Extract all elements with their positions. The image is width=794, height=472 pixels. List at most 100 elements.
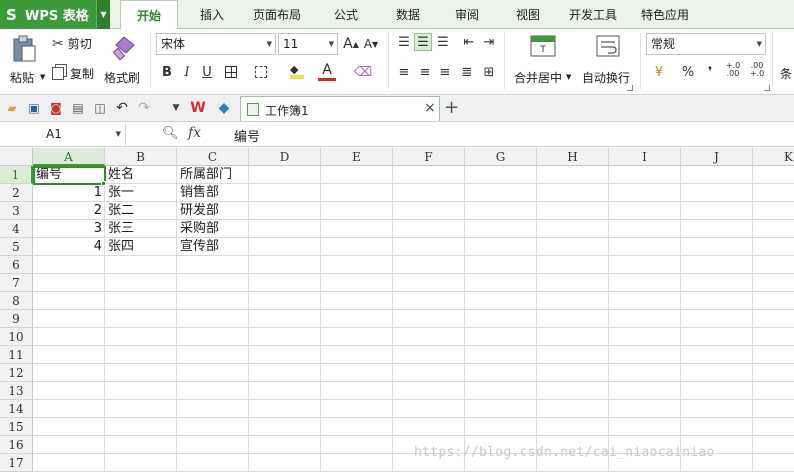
decrease-indent-icon[interactable]: ⇤ — [460, 33, 478, 51]
print-icon[interactable]: ▤ — [70, 100, 86, 116]
redo-icon[interactable]: ↷ — [136, 100, 152, 116]
row-header[interactable]: 14 — [0, 400, 33, 418]
document-tab[interactable]: 工作簿1 × — [240, 96, 440, 121]
percent-button[interactable]: % — [679, 63, 697, 81]
font-size-select[interactable]: 11 ▼ — [278, 33, 338, 55]
wrap-text-button[interactable]: 自动换行 — [580, 33, 636, 91]
bold-button[interactable]: B — [158, 63, 176, 81]
menu-tab[interactable]: 视图 — [503, 0, 553, 29]
table-cell[interactable]: 3 — [33, 220, 105, 238]
thousands-separator-button[interactable]: ❜ — [701, 63, 719, 81]
menu-tab[interactable]: 特色应用 — [630, 0, 700, 29]
open-folder-icon[interactable]: ▰ — [4, 100, 20, 116]
menu-tab[interactable]: 开发工具 — [558, 0, 628, 29]
table-cell[interactable]: 张四 — [105, 238, 177, 256]
borders-icon[interactable] — [222, 63, 240, 81]
row-header[interactable]: 3 — [0, 202, 33, 220]
column-header[interactable]: C — [177, 148, 249, 166]
table-cell[interactable]: 张一 — [105, 184, 177, 202]
row-header[interactable]: 17 — [0, 454, 33, 472]
menu-tab[interactable]: 审阅 — [442, 0, 492, 29]
cell-area[interactable]: 编号 姓名 所属部门 1 张一 销售部 2 张二 研发部 3 张三 采购部 4 张四 宣传部 — [33, 166, 794, 472]
table-cell[interactable]: 销售部 — [177, 184, 249, 202]
column-header[interactable]: D — [249, 148, 321, 166]
decrease-decimal-button[interactable]: .00 +.0 — [748, 61, 766, 79]
increase-font-icon[interactable]: A ▲ — [342, 35, 360, 53]
table-cell[interactable]: 张二 — [105, 202, 177, 220]
column-header[interactable]: G — [465, 148, 537, 166]
currency-icon[interactable]: ¥ — [650, 63, 668, 81]
decrease-font-icon[interactable]: A ▼ — [362, 35, 380, 53]
font-color-button[interactable]: A — [318, 61, 336, 81]
merge-center-button[interactable]: T 合并居中 ▼ — [510, 33, 576, 91]
fill-color-icon[interactable]: ◆ — [288, 63, 306, 81]
row-header[interactable]: 4 — [0, 220, 33, 238]
align-top-icon[interactable]: ☰ — [395, 33, 413, 51]
row-header[interactable]: 12 — [0, 364, 33, 382]
distributed-icon[interactable]: ⊞ — [480, 63, 498, 81]
column-header[interactable]: J — [681, 148, 753, 166]
customize-toolbar-icon[interactable]: ▼ — [168, 100, 184, 116]
name-box[interactable]: A1 ▼ — [0, 124, 126, 145]
align-bottom-icon[interactable]: ☰ — [434, 33, 452, 51]
underline-button[interactable]: U — [198, 63, 216, 81]
wps-office-icon[interactable]: W — [190, 100, 206, 116]
row-header[interactable]: 11 — [0, 346, 33, 364]
table-cell[interactable]: 1 — [33, 184, 105, 202]
copy-button[interactable]: 复制 — [52, 65, 94, 82]
row-header[interactable]: 5 — [0, 238, 33, 256]
table-cell[interactable]: 张三 — [105, 220, 177, 238]
row-header[interactable]: 15 — [0, 418, 33, 436]
menu-tab[interactable]: 页面布局 — [240, 0, 314, 29]
table-cell[interactable]: 所属部门 — [177, 166, 249, 184]
row-header[interactable]: 9 — [0, 310, 33, 328]
fill-pattern-icon[interactable] — [252, 63, 270, 81]
row-header[interactable]: 16 — [0, 436, 33, 454]
increase-decimal-button[interactable]: +.0.00 — [724, 61, 742, 79]
app-menu-dropdown-icon[interactable]: ▼ — [96, 0, 110, 29]
paste-dropdown-icon[interactable]: ▼ — [40, 73, 45, 81]
italic-button[interactable]: I — [178, 63, 196, 81]
save-icon[interactable]: ▣ — [26, 100, 42, 116]
column-header[interactable]: K — [753, 148, 794, 166]
row-header[interactable]: 6 — [0, 256, 33, 274]
cut-button[interactable]: ✂ 剪切 — [52, 35, 92, 52]
row-header[interactable]: 1 — [0, 166, 33, 184]
align-right-icon[interactable]: ≡ — [436, 63, 454, 81]
conditional-format-label-partial[interactable]: 条 — [780, 65, 792, 82]
clear-format-icon[interactable]: ⌫ — [354, 63, 372, 81]
menu-tab[interactable]: 公式 — [318, 0, 374, 29]
align-middle-icon[interactable]: ☰ — [414, 33, 432, 51]
format-painter-button[interactable]: 格式刷 — [104, 33, 144, 91]
formula-input[interactable]: 编号 — [234, 126, 260, 145]
align-center-icon[interactable]: ≡ — [416, 63, 434, 81]
menu-tab[interactable]: 数据 — [380, 0, 436, 29]
insert-function-button[interactable]: fx — [188, 125, 201, 141]
column-header[interactable]: B — [105, 148, 177, 166]
close-icon[interactable]: × — [424, 100, 436, 116]
table-cell[interactable]: 采购部 — [177, 220, 249, 238]
row-header[interactable]: 7 — [0, 274, 33, 292]
new-tab-plus-icon[interactable]: + — [444, 97, 459, 119]
column-header[interactable]: E — [321, 148, 393, 166]
column-header[interactable]: A — [33, 148, 105, 166]
row-header[interactable]: 8 — [0, 292, 33, 310]
table-cell[interactable]: 姓名 — [105, 166, 177, 184]
number-format-select[interactable]: 常规 ▼ — [646, 33, 766, 55]
spreadsheet-grid[interactable]: ABCDEFGHIJK 1 2 3 4 5 6 7 8 9 10 11 12 13 14 15 16 17 编号… — [0, 148, 794, 472]
row-header[interactable]: 10 — [0, 328, 33, 346]
table-cell[interactable]: 研发部 — [177, 202, 249, 220]
column-header[interactable]: H — [537, 148, 609, 166]
column-header[interactable]: F — [393, 148, 465, 166]
export-pdf-icon[interactable]: ◙ — [48, 100, 64, 116]
zoom-magnifier-icon[interactable]: 🔍︎ — [162, 126, 179, 141]
number-dialog-launcher-icon[interactable] — [764, 85, 770, 91]
increase-indent-icon[interactable]: ⇥ — [480, 33, 498, 51]
print-preview-icon[interactable]: ◫ — [92, 100, 108, 116]
cube-app-icon[interactable]: ◆ — [216, 100, 232, 116]
alignment-dialog-launcher-icon[interactable] — [627, 85, 633, 91]
menu-tab[interactable]: 插入 — [185, 0, 239, 29]
font-name-select[interactable]: 宋体 ▼ — [156, 33, 276, 55]
select-all-corner[interactable] — [0, 148, 33, 166]
table-cell[interactable]: 宣传部 — [177, 238, 249, 256]
